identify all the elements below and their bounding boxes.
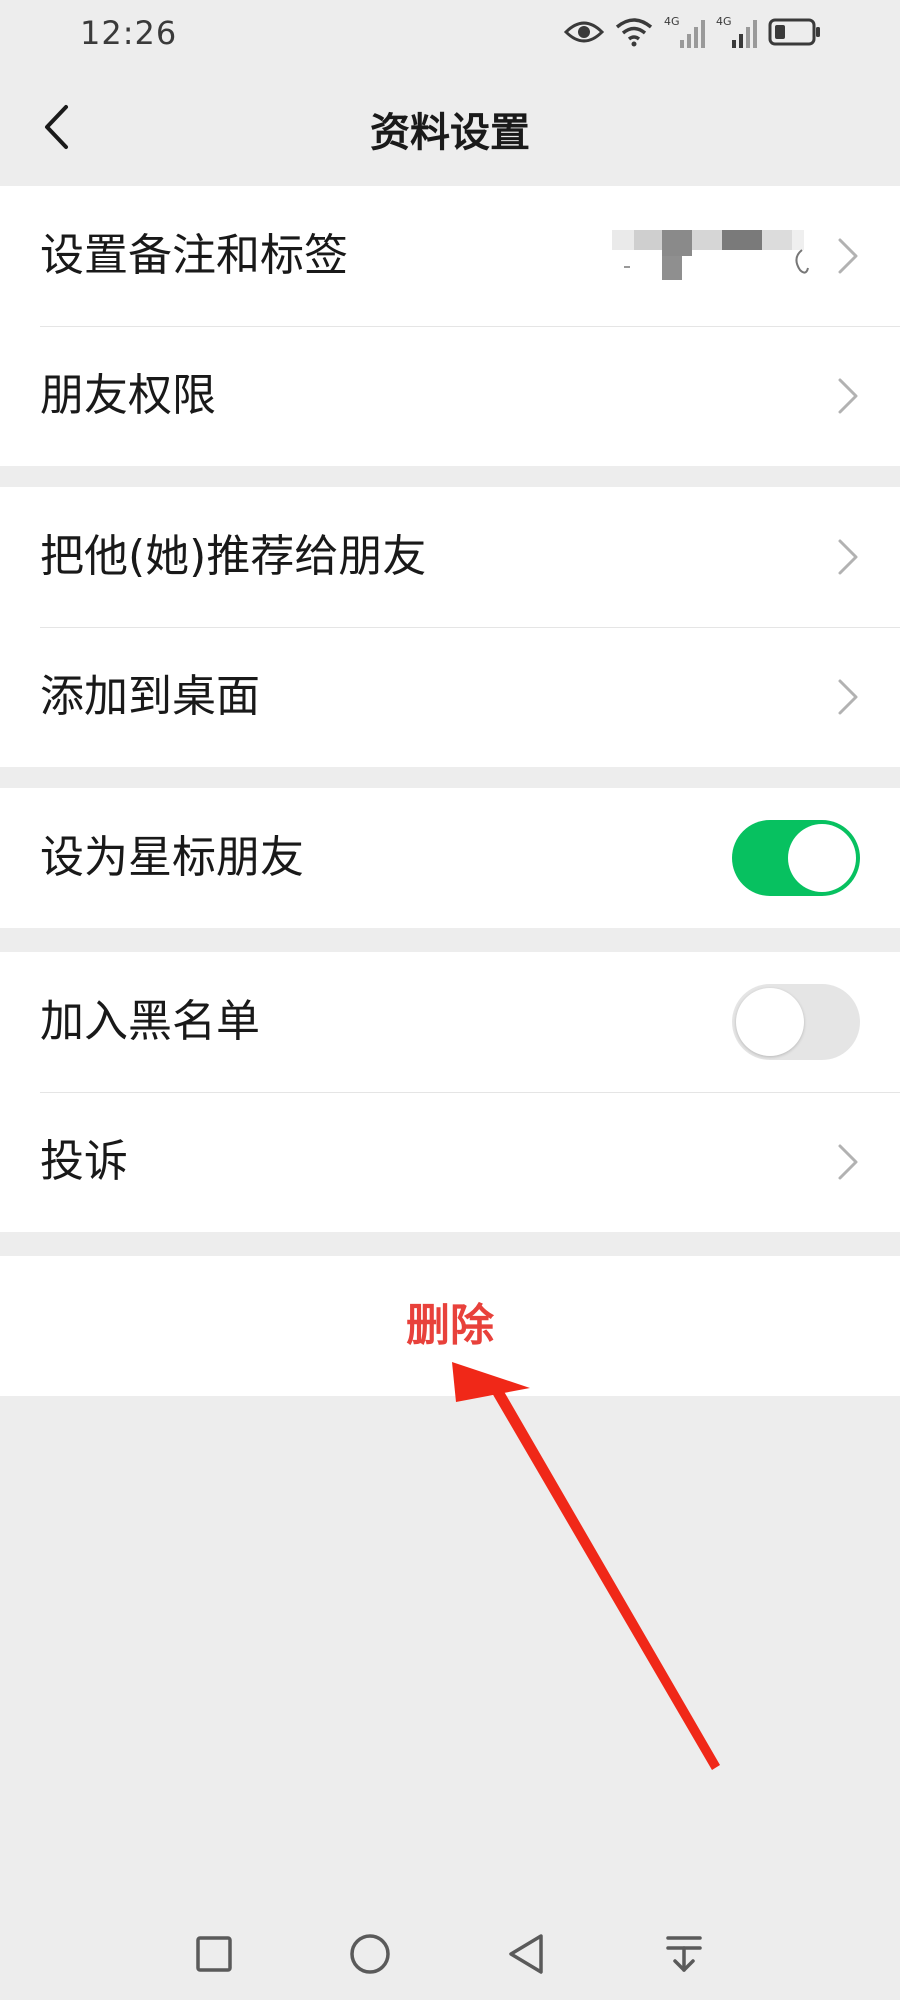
chevron-right-icon: [838, 238, 858, 274]
friend-permissions-row[interactable]: 朋友权限: [0, 326, 900, 466]
settings-group-3: 设为星标朋友: [0, 788, 900, 928]
settings-group-1: 设置备注和标签 朋友权限: [0, 186, 900, 466]
nav-bar: 资料设置: [0, 70, 900, 184]
home-button[interactable]: [340, 1924, 400, 1984]
star-friend-label: 设为星标朋友: [40, 832, 304, 883]
system-nav-bar: [0, 1900, 900, 2000]
chevron-right-icon: [838, 1144, 858, 1180]
back-nav-button[interactable]: [496, 1924, 556, 1984]
status-bar: 12:26 4G 4G: [0, 0, 900, 70]
chevron-right-icon: [838, 679, 858, 715]
settings-group-2: 把他(她)推荐给朋友 添加到桌面: [0, 487, 900, 767]
add-to-desktop-label: 添加到桌面: [40, 671, 260, 722]
chevron-right-icon: [838, 539, 858, 575]
recommend-to-friend-row[interactable]: 把他(她)推荐给朋友: [0, 487, 900, 627]
delete-group: 删除: [0, 1256, 900, 1396]
remark-and-tags-row[interactable]: 设置备注和标签: [0, 186, 900, 326]
blacklist-toggle[interactable]: [732, 984, 860, 1060]
remark-and-tags-label: 设置备注和标签: [40, 230, 348, 281]
chevron-right-icon: [838, 378, 858, 414]
signal-4g-icon: 4G: [664, 14, 706, 50]
circle-icon: [350, 1934, 390, 1974]
star-friend-row: 设为星标朋友: [0, 788, 900, 928]
page-title: 资料设置: [370, 110, 530, 156]
complain-label: 投诉: [40, 1136, 128, 1187]
menu-down-icon: [666, 1936, 702, 1972]
signal-4g-icon: 4G: [716, 14, 758, 50]
wifi-icon: [614, 15, 654, 49]
add-to-desktop-row[interactable]: 添加到桌面: [0, 627, 900, 767]
redacted-remark-value: [612, 230, 809, 280]
blacklist-label: 加入黑名单: [40, 996, 260, 1047]
recommend-to-friend-label: 把他(她)推荐给朋友: [40, 531, 427, 582]
toggle-knob: [788, 824, 856, 892]
svg-text:4G: 4G: [664, 15, 680, 28]
toggle-knob: [736, 988, 804, 1056]
friend-permissions-label: 朋友权限: [40, 370, 216, 421]
svg-text:4G: 4G: [716, 15, 732, 28]
recent-apps-button[interactable]: [184, 1924, 244, 1984]
square-icon: [196, 1936, 232, 1972]
complain-row[interactable]: 投诉: [0, 1092, 900, 1232]
delete-button[interactable]: 删除: [0, 1256, 900, 1396]
screen: 12:26 4G 4G 资料设置 设置备注和标签 朋友权限 把他(她)推荐给朋友…: [0, 0, 900, 2000]
eye-icon: [564, 18, 604, 46]
status-time: 12:26: [80, 14, 178, 52]
star-friend-toggle[interactable]: [732, 820, 860, 896]
settings-group-4: 加入黑名单 投诉: [0, 952, 900, 1232]
notification-pull-button[interactable]: [654, 1924, 714, 1984]
status-icons: 4G 4G: [564, 12, 822, 52]
triangle-back-icon: [509, 1934, 543, 1974]
battery-icon: [768, 17, 822, 47]
blacklist-row: 加入黑名单: [0, 952, 900, 1092]
